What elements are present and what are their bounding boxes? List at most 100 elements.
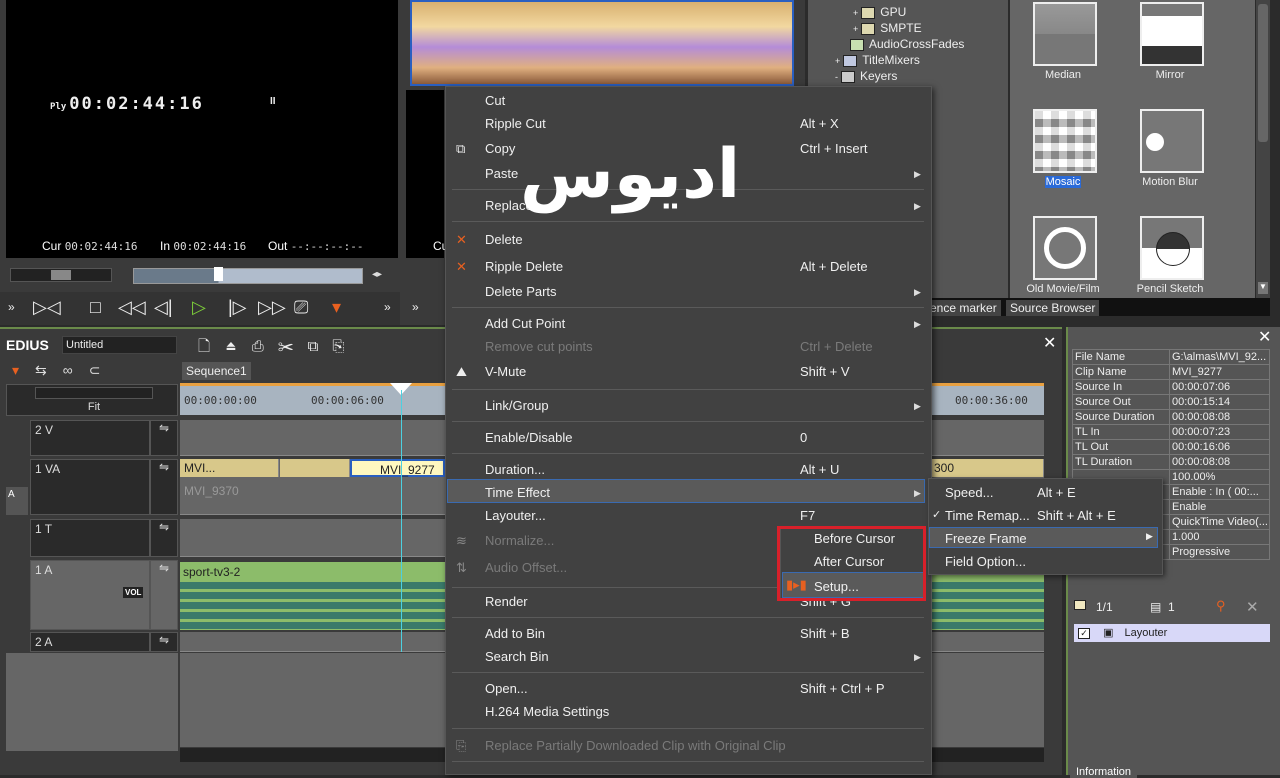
scroll-down-icon[interactable]: ▼: [1258, 282, 1268, 294]
menu-item-render[interactable]: Render: [485, 594, 528, 609]
open-project-icon[interactable]: ⏏: [224, 338, 252, 355]
copy-icon[interactable]: ⧉: [308, 338, 333, 355]
slider-thumb[interactable]: [51, 270, 71, 280]
expand-icon[interactable]: +: [853, 8, 858, 18]
mosaic-thumbnail[interactable]: [1033, 109, 1097, 173]
layer-item-layouter[interactable]: ✓ ▣ Layouter: [1074, 624, 1270, 642]
stop-icon[interactable]: □: [90, 298, 101, 316]
new-sequence-icon[interactable]: 🗋: [198, 338, 224, 355]
track-header-2v[interactable]: 2 V: [30, 420, 150, 456]
menu-item-link-group[interactable]: Link/Group: [485, 398, 549, 413]
median-thumbnail[interactable]: [1033, 2, 1097, 66]
menu-item-delete-parts[interactable]: Delete Parts: [485, 284, 557, 299]
menu-item-time-remap[interactable]: Time Remap...: [945, 508, 1030, 523]
sync-lock-badge[interactable]: A: [6, 487, 28, 515]
menu-item-h-264-media-settings[interactable]: H.264 Media Settings: [485, 704, 609, 719]
expand-icon-3[interactable]: »: [412, 298, 419, 316]
scrub-bar[interactable]: [133, 267, 363, 284]
effects-scrollbar[interactable]: ▼: [1256, 0, 1270, 298]
expand-icon[interactable]: +: [853, 24, 858, 34]
collapse-icon[interactable]: -: [835, 72, 838, 82]
menu-item-ripple-delete[interactable]: Ripple Delete: [485, 259, 563, 274]
menu-item-field-option[interactable]: Field Option...: [945, 554, 1026, 569]
menu-item-paste[interactable]: Paste: [485, 166, 518, 181]
timeline-close-icon[interactable]: ✕: [1043, 333, 1056, 353]
pencil-sketch-thumbnail[interactable]: [1140, 216, 1204, 280]
tree-item-gpu[interactable]: + GPU: [853, 5, 906, 19]
scrub-handle[interactable]: [214, 267, 223, 281]
old-movie-label[interactable]: Old Movie/Film: [1008, 283, 1118, 295]
motion-blur-thumbnail[interactable]: [1140, 109, 1204, 173]
cut-icon[interactable]: ✂: [278, 338, 308, 355]
mark-in-out-icon[interactable]: ▷◁: [33, 298, 61, 316]
menu-item-ripple-cut[interactable]: Ripple Cut: [485, 116, 546, 131]
step-back-icon[interactable]: ◁|: [154, 298, 173, 316]
track-header-1a[interactable]: 1 A VOL: [30, 560, 150, 630]
tab-source-browser[interactable]: Source Browser: [1006, 300, 1100, 316]
track-switch-icon[interactable]: ⇋: [150, 519, 178, 557]
track-header-2a[interactable]: 2 A: [30, 632, 150, 652]
insert-timeline-icon[interactable]: ▾: [332, 298, 341, 316]
ripple-mode-icon[interactable]: ⇆: [35, 362, 63, 378]
tree-item-audiocrossfades[interactable]: AudioCrossFades: [850, 37, 964, 51]
tree-item-keyers[interactable]: - Keyers: [835, 69, 897, 83]
info-close-icon[interactable]: ✕: [1258, 327, 1271, 347]
audio-slider[interactable]: [10, 268, 112, 282]
menu-item-search-bin[interactable]: Search Bin: [485, 649, 549, 664]
tab-information[interactable]: Information: [1070, 766, 1138, 778]
video-clip[interactable]: MVI...: [180, 459, 279, 477]
tree-item-titlemixers[interactable]: + TitleMixers: [835, 53, 920, 67]
menu-item-duration[interactable]: Duration...: [485, 462, 545, 477]
track-switch-icon[interactable]: ⇋: [150, 459, 178, 515]
track-switch-icon[interactable]: ⇋: [150, 632, 178, 652]
selected-video-clip[interactable]: MVI_9277: [350, 459, 445, 477]
mirror-label[interactable]: Mirror: [1115, 69, 1225, 81]
menu-item-add-cut-point[interactable]: Add Cut Point: [485, 316, 565, 331]
menu-item-copy[interactable]: Copy: [485, 141, 515, 156]
tab-sequence-marker[interactable]: ence marker: [926, 300, 1001, 316]
motion-blur-label[interactable]: Motion Blur: [1115, 176, 1225, 188]
track-header-1t[interactable]: 1 T: [30, 519, 150, 557]
loop-icon[interactable]: ⎚: [294, 298, 308, 316]
keyframe-icon[interactable]: ⚲: [1216, 598, 1226, 614]
save-icon[interactable]: ⎙: [252, 338, 278, 355]
mirror-thumbnail[interactable]: [1140, 2, 1204, 66]
tab-sequence1[interactable]: Sequence1: [182, 362, 251, 380]
menu-item-freeze-frame[interactable]: Freeze Frame: [945, 531, 1027, 546]
vol-button[interactable]: VOL: [123, 587, 144, 598]
track-switch-icon[interactable]: ⇋: [150, 560, 178, 630]
menu-item-add-to-bin[interactable]: Add to Bin: [485, 626, 545, 641]
play-icon[interactable]: ▷: [192, 298, 206, 316]
recorder-preview-image[interactable]: [410, 0, 794, 86]
menu-item-v-mute[interactable]: V-Mute: [485, 364, 526, 379]
pencil-sketch-label[interactable]: Pencil Sketch: [1115, 283, 1225, 295]
menu-item-time-effect[interactable]: Time Effect: [485, 485, 550, 500]
zoom-dropdown[interactable]: Fit: [35, 401, 153, 415]
median-label[interactable]: Median: [1008, 69, 1118, 81]
fast-forward-icon[interactable]: ▷▷: [258, 298, 286, 316]
paste-icon[interactable]: ⎘: [332, 338, 358, 355]
checkbox-icon[interactable]: ✓: [1078, 628, 1090, 639]
track-header-1va[interactable]: 1 VA: [30, 459, 150, 515]
old-movie-thumbnail[interactable]: [1033, 216, 1097, 280]
zoom-slider[interactable]: [35, 387, 153, 399]
shuttle-icon[interactable]: ◂▸: [372, 269, 382, 280]
menu-item-open[interactable]: Open...: [485, 681, 528, 696]
menu-item-cut[interactable]: Cut: [485, 93, 505, 108]
expand-icon-2[interactable]: »: [384, 298, 391, 316]
delete-filter-icon[interactable]: ✕: [1246, 598, 1259, 616]
linked-audio-clip[interactable]: MVI_9370: [184, 484, 239, 498]
expand-icon[interactable]: »: [8, 298, 15, 316]
expand-icon[interactable]: +: [835, 56, 840, 66]
track-switch-icon[interactable]: ⇋: [150, 420, 178, 456]
menu-item-layouter[interactable]: Layouter...: [485, 508, 546, 523]
sync-lock-icon[interactable]: ∞: [63, 362, 89, 378]
scrollbar-thumb[interactable]: [1258, 4, 1268, 142]
snap-icon[interactable]: ⊂: [89, 362, 117, 378]
insert-mode-icon[interactable]: ▾: [12, 362, 35, 378]
step-forward-icon[interactable]: |▷: [228, 298, 247, 316]
rewind-icon[interactable]: ◁◁: [118, 298, 146, 316]
menu-item-enable-disable[interactable]: Enable/Disable: [485, 430, 572, 445]
player-screen[interactable]: [6, 0, 398, 258]
video-clip[interactable]: [280, 459, 350, 477]
